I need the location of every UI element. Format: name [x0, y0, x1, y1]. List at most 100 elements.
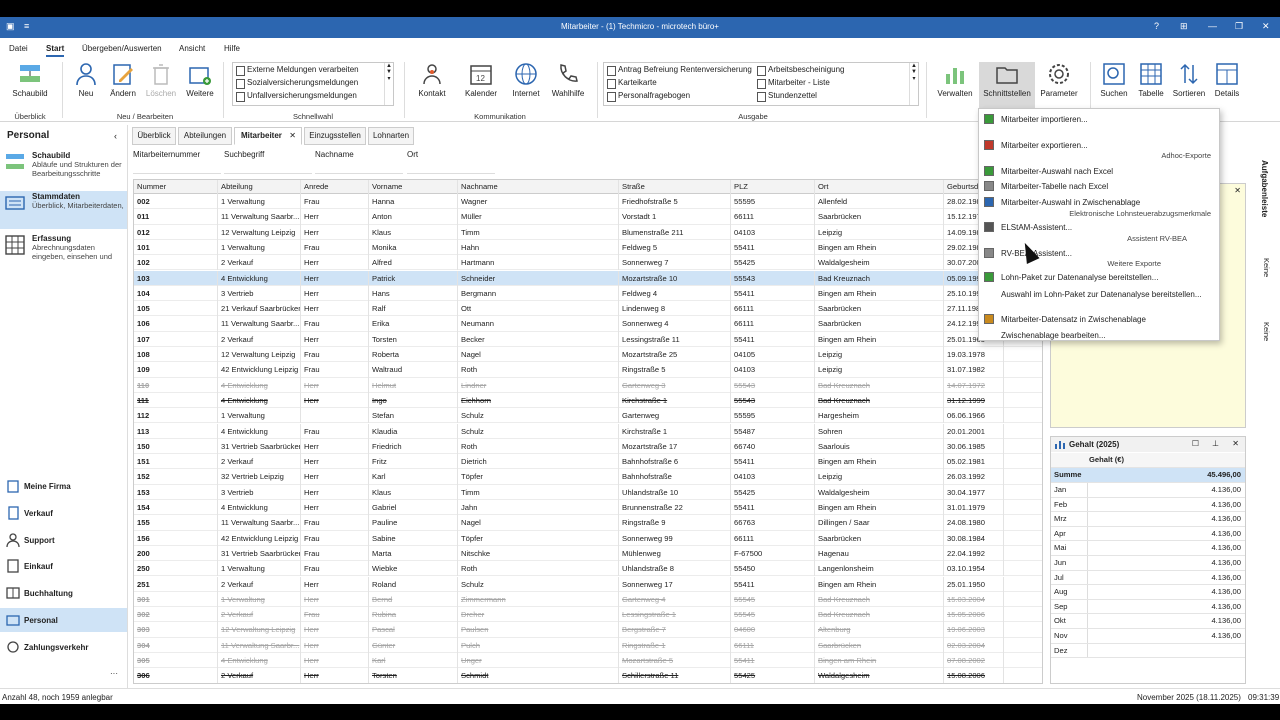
- nav-zahlungsverkehr[interactable]: Zahlungsverkehr: [0, 635, 127, 659]
- tab-ueberblick[interactable]: Überblick: [132, 127, 176, 145]
- collapse-sidebar-icon[interactable]: ‹: [114, 131, 117, 141]
- nav-buchhaltung[interactable]: Buchhaltung: [0, 581, 127, 605]
- dropdown-item[interactable]: Mitarbeiter-Auswahl nach Excel: [979, 164, 1219, 178]
- schnittstellen-button[interactable]: Schnittstellen: [979, 62, 1035, 110]
- table-row[interactable]: 107 2 Verkauf Herr Torsten Becker Lessingstra…: [134, 331, 1042, 347]
- maximize-icon[interactable]: ❐: [1235, 21, 1243, 32]
- vtab-keine[interactable]: Keine: [1262, 258, 1271, 277]
- menu-datei[interactable]: Datei: [9, 44, 28, 53]
- table-row[interactable]: 002 1 Verwaltung Frau Hanna Wagner Friedhofst…: [134, 194, 1042, 210]
- kalender-button[interactable]: 12 Kalender: [462, 62, 500, 98]
- dropdown-item[interactable]: Mitarbeiter-Auswahl in Zwischenablage: [979, 195, 1219, 209]
- dropdown-item[interactable]: Lohn-Paket zur Datenanalyse bereitstelle…: [979, 270, 1219, 284]
- table-row[interactable]: 154 4 Entwicklung Herr Gabriel Jahn Brunnenst…: [134, 500, 1042, 516]
- vtab-keine[interactable]: Keine: [1262, 322, 1271, 341]
- table-row[interactable]: 109 42 Entwicklung Leipzig Frau Waltraud Rot…: [134, 362, 1042, 378]
- dropdown-item[interactable]: ELStAM-Assistent...: [979, 220, 1219, 234]
- filter-nachname-input[interactable]: [315, 160, 403, 174]
- table-row[interactable]: 101 1 Verwaltung Frau Monika Hahn Feldweg 5 55…: [134, 239, 1042, 256]
- filter-ort-input[interactable]: [407, 160, 495, 174]
- tab-mitarbeiter[interactable]: Mitarbeiter ✕: [234, 127, 302, 145]
- help-icon[interactable]: ?: [1154, 21, 1159, 31]
- table-row[interactable]: 155 11 Verwaltung Saarbr... Frau Pauline Nag…: [134, 515, 1042, 531]
- kontakt-button[interactable]: Kontakt: [414, 62, 450, 98]
- dropdown-item[interactable]: Mitarbeiter exportieren...: [979, 138, 1219, 152]
- schaubild-button[interactable]: Schaubild: [10, 62, 50, 98]
- options-icon[interactable]: ⊞: [1180, 21, 1188, 32]
- table-row[interactable]: 153 3 Vertrieb Herr Klaus Timm Uhlandstraße 1…: [134, 484, 1042, 500]
- table-row[interactable]: 011 11 Verwaltung Saarbr... Herr Anton Mülle…: [134, 209, 1042, 225]
- nav-einkauf[interactable]: Einkauf: [0, 554, 127, 578]
- column-header[interactable]: Nachname: [458, 180, 619, 194]
- ausgabe-item[interactable]: Mitarbeiter - Liste: [754, 76, 830, 89]
- parameter-button[interactable]: Parameter: [1038, 62, 1080, 98]
- vtab-aufgabenleiste[interactable]: Aufgabenleiste: [1260, 160, 1269, 217]
- aendern-button[interactable]: Ändern: [106, 62, 140, 98]
- suchen-button[interactable]: Suchen: [1098, 62, 1130, 98]
- menu-ansicht[interactable]: Ansicht: [179, 44, 205, 53]
- table-row[interactable]: 306 2 Verkauf Herr Torsten Schmidt Schillerst…: [134, 668, 1042, 683]
- table-row[interactable]: 112 1 Verwaltung Stefan Schulz Gartenweg 5559…: [134, 408, 1042, 424]
- sidebar-item-stammdaten[interactable]: Stammdaten Überblick, Mitarbeiterdaten,: [0, 191, 127, 229]
- table-row[interactable]: 106 11 Verwaltung Saarbr... Frau Erika Neuma…: [134, 316, 1042, 332]
- table-row[interactable]: 111 4 Entwicklung Herr Ingo Eichhorn Kirchstr…: [134, 392, 1042, 409]
- nav-personal[interactable]: Personal: [0, 608, 127, 632]
- menu-start[interactable]: Start: [46, 44, 65, 57]
- weitere-button[interactable]: Weitere: [184, 62, 216, 98]
- ausgabe-item[interactable]: Arbeitsbescheinigung: [754, 63, 845, 76]
- table-row[interactable]: 303 12 Verwaltung Leipzig Herr Pascal Paulse…: [134, 622, 1042, 638]
- tabelle-button[interactable]: Tabelle: [1134, 62, 1168, 98]
- nav-verkauf[interactable]: Verkauf: [0, 501, 127, 525]
- minimize-icon[interactable]: —: [1208, 21, 1217, 31]
- dropdown-item[interactable]: Zwischenablage bearbeiten...: [979, 328, 1219, 342]
- table-row[interactable]: 150 31 Vertrieb Saarbrücken Herr Friedrich R…: [134, 438, 1042, 455]
- column-header[interactable]: Vorname: [369, 180, 458, 194]
- list-scroll-icon[interactable]: ▲ ▼ ▾: [384, 63, 393, 105]
- nav-meine-firma[interactable]: Meine Firma: [0, 474, 127, 498]
- dropdown-item[interactable]: Mitarbeiter-Tabelle nach Excel: [979, 179, 1219, 193]
- filter-mitarbeiternummer-input[interactable]: [133, 160, 221, 174]
- table-row[interactable]: 110 4 Entwicklung Herr Helmut Lindner Gartenw…: [134, 377, 1042, 393]
- table-row[interactable]: 103 4 Entwicklung Herr Patrick Schneider Moza…: [134, 270, 1042, 286]
- schnellwahl-item[interactable]: Unfallversicherungsmeldungen: [233, 89, 393, 102]
- pin-icon[interactable]: ⊥: [1212, 439, 1219, 448]
- dropdown-item[interactable]: Auswahl im Lohn-Paket zur Datenanalyse b…: [979, 287, 1219, 301]
- neu-button[interactable]: Neu: [72, 62, 100, 98]
- table-row[interactable]: 304 11 Verwaltung Saarbr... Herr Günter Pulc…: [134, 637, 1042, 653]
- table-row[interactable]: 012 12 Verwaltung Leipzig Herr Klaus Timm Blu…: [134, 224, 1042, 240]
- table-row[interactable]: 302 2 Verkauf Frau Rubina Dreher Lessingstraß…: [134, 607, 1042, 623]
- close-panel-icon[interactable]: ✕: [1234, 186, 1241, 195]
- column-header[interactable]: PLZ: [731, 180, 815, 194]
- table-row[interactable]: 200 31 Vertrieb Saarbrücken Frau Marta Nitsc…: [134, 545, 1042, 562]
- filter-suchbegriff-input[interactable]: [224, 160, 312, 174]
- table-row[interactable]: 301 1 Verwaltung Herr Bernd Zimmermann Garten…: [134, 591, 1042, 608]
- menu-hilfe[interactable]: Hilfe: [224, 44, 240, 53]
- dropdown-item[interactable]: Mitarbeiter-Datensatz in Zwischenablage: [979, 312, 1219, 326]
- verwalten-button[interactable]: Verwalten: [935, 62, 975, 98]
- sidebar-item-schaubild[interactable]: Schaubild Abläufe und Strukturen der Bear…: [0, 150, 127, 186]
- close-icon[interactable]: ✕: [1262, 21, 1270, 32]
- tab-lohnarten[interactable]: Lohnarten: [368, 127, 414, 145]
- table-row[interactable]: 305 4 Entwicklung Herr Karl Unger Mozartstraß…: [134, 653, 1042, 669]
- schnellwahl-item[interactable]: Externe Meldungen verarbeiten: [233, 63, 393, 76]
- nav-support[interactable]: Support: [0, 528, 127, 552]
- table-row[interactable]: 104 3 Vertrieb Herr Hans Bergmann Feldweg 4 55…: [134, 285, 1042, 302]
- column-header[interactable]: Straße: [619, 180, 731, 194]
- table-row[interactable]: 108 12 Verwaltung Leipzig Frau Roberta Nagel…: [134, 347, 1042, 363]
- dropdown-item[interactable]: Mitarbeiter importieren...: [979, 112, 1219, 126]
- table-row[interactable]: 250 1 Verwaltung Frau Wiebke Roth Uhlandstraß…: [134, 561, 1042, 577]
- close-panel-icon[interactable]: ✕: [1232, 439, 1239, 448]
- tab-abteilungen[interactable]: Abteilungen: [178, 127, 232, 145]
- tab-einzugsstellen[interactable]: Einzugsstellen: [304, 127, 366, 145]
- table-row[interactable]: 156 42 Entwicklung Leipzig Frau Sabine Töpfe…: [134, 530, 1042, 546]
- sidebar-item-erfassung[interactable]: Erfassung Abrechnungsdaten eingeben, eins…: [0, 233, 127, 271]
- table-row[interactable]: 151 2 Verkauf Herr Fritz Dietrich Bahnhofstra…: [134, 454, 1042, 470]
- sortieren-button[interactable]: Sortieren: [1172, 62, 1206, 98]
- loeschen-button[interactable]: Löschen: [144, 62, 178, 98]
- menu-uebergeben[interactable]: Übergeben/Auswerten: [82, 44, 162, 53]
- table-row[interactable]: 105 21 Verkauf Saarbrücken Herr Ralf Ott Lind…: [134, 301, 1042, 317]
- table-row[interactable]: 152 32 Vertrieb Leipzig Herr Karl Töpfer Bahn…: [134, 469, 1042, 485]
- column-header[interactable]: Abteilung: [218, 180, 301, 194]
- table-row[interactable]: 102 2 Verkauf Herr Alfred Hartmann Sonnenweg …: [134, 255, 1042, 271]
- table-row[interactable]: 113 4 Entwicklung Frau Klaudia Schulz Kirchst…: [134, 423, 1042, 439]
